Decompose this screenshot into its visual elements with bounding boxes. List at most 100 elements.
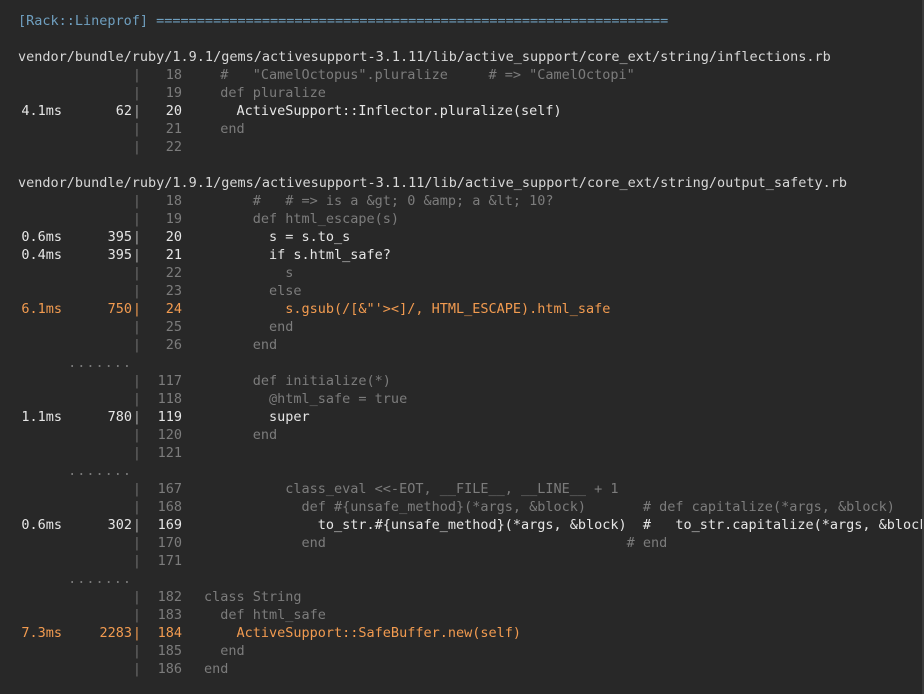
source-code: end <box>204 337 278 353</box>
line-number: 26 <box>165 337 182 353</box>
line-number: 22 <box>165 139 182 155</box>
file-path: vendor/bundle/ruby/1.9.1/gems/activesupp… <box>18 175 848 191</box>
call-count: 780 <box>107 409 132 425</box>
gutter-separator: | <box>132 625 142 641</box>
call-count: 62 <box>115 103 132 119</box>
source-code: end # end <box>204 535 668 551</box>
gutter-separator: | <box>132 517 142 533</box>
source-code: end <box>204 319 294 335</box>
line-number: 169 <box>157 517 182 533</box>
time-value: 0.6ms <box>21 517 62 533</box>
source-code: to_str.#{unsafe_method}(*args, &block) #… <box>204 517 924 533</box>
code-line: | 167 class_eval <<-EOT, __FILE__, __LINE… <box>18 480 918 498</box>
code-line: | 18 # "CamelOctopus".pluralize # => "Cam… <box>18 66 918 84</box>
line-number: 20 <box>165 103 182 119</box>
source-code: end <box>204 121 245 137</box>
code-line: | 25 end <box>18 318 918 336</box>
source-code: super <box>204 409 310 425</box>
source-code: # # => is a &gt; 0 &amp; a &lt; 10? <box>204 193 554 209</box>
source-code: s = s.to_s <box>204 229 351 245</box>
gutter-separator: | <box>132 553 142 569</box>
time-value: 1.1ms <box>21 409 62 425</box>
code-line: | 26 end <box>18 336 918 354</box>
ellipsis-separator: ....... <box>68 571 132 587</box>
source-code: s <box>204 265 294 281</box>
call-count: 750 <box>107 301 132 317</box>
line-number: 24 <box>165 301 182 317</box>
line-number: 184 <box>157 625 182 641</box>
time-value: 6.1ms <box>21 301 62 317</box>
ellipsis-separator: ....... <box>68 355 132 371</box>
line-number: 171 <box>157 553 182 569</box>
gutter-separator: | <box>132 103 142 119</box>
line-number: 119 <box>157 409 182 425</box>
call-count: 2283 <box>99 625 132 641</box>
gutter-separator: | <box>132 193 142 209</box>
lineprof-output: [Rack::Lineprof] =======================… <box>18 12 924 678</box>
ellipsis-separator: ....... <box>68 463 132 479</box>
line-number: 118 <box>157 391 182 407</box>
code-line: | 121 <box>18 444 918 462</box>
line-number: 117 <box>157 373 182 389</box>
gutter-separator: | <box>132 661 142 677</box>
gutter-separator: | <box>132 301 142 317</box>
gutter-separator: | <box>132 139 142 155</box>
block-separator: ....... <box>18 570 918 588</box>
lineprof-header: [Rack::Lineprof] =======================… <box>18 13 669 29</box>
line-number: 25 <box>165 319 182 335</box>
line-number: 21 <box>165 247 182 263</box>
source-code: else <box>204 283 302 299</box>
code-line: 0.6ms 302| 169 to_str.#{unsafe_method}(*ar… <box>18 516 924 534</box>
source-code: ActiveSupport::SafeBuffer.new(self) <box>204 625 521 641</box>
gutter-separator: | <box>132 211 142 227</box>
line-number: 182 <box>157 589 182 605</box>
code-line: | 183 def html_safe <box>18 606 918 624</box>
gutter-separator: | <box>132 499 142 515</box>
source-code: s.gsub(/[&"'><]/, HTML_ESCAPE).html_safe <box>204 301 611 317</box>
line-number: 20 <box>165 229 182 245</box>
gutter-separator: | <box>132 643 142 659</box>
line-number: 186 <box>157 661 182 677</box>
line-number: 23 <box>165 283 182 299</box>
line-number: 21 <box>165 121 182 137</box>
block-separator: ....... <box>18 462 918 480</box>
source-code: end <box>204 661 229 677</box>
code-line: | 182 class String <box>18 588 918 606</box>
code-line: 1.1ms 780| 119 super <box>18 408 918 426</box>
gutter-separator: | <box>132 427 142 443</box>
gutter-separator: | <box>132 409 142 425</box>
code-line: | 21 end <box>18 120 918 138</box>
source-code: def pluralize <box>204 85 326 101</box>
code-line: 4.1ms 62| 20 ActiveSupport::Inflector.plur… <box>18 102 918 120</box>
source-code: ActiveSupport::Inflector.pluralize(self) <box>204 103 562 119</box>
gutter-separator: | <box>132 373 142 389</box>
code-line: | 22 <box>18 138 918 156</box>
time-value: 0.6ms <box>21 229 62 245</box>
gutter-separator: | <box>132 319 142 335</box>
line-number: 185 <box>157 643 182 659</box>
code-line: | 18 # # => is a &gt; 0 &amp; a &lt; 10? <box>18 192 918 210</box>
code-line: | 118 @html_safe = true <box>18 390 918 408</box>
source-code: # "CamelOctopus".pluralize # => "CamelOc… <box>204 67 635 83</box>
code-line: | 120 end <box>18 426 918 444</box>
gutter-separator: | <box>132 67 142 83</box>
line-number: 121 <box>157 445 182 461</box>
terminal-window: [Rack::Lineprof] =======================… <box>0 0 924 694</box>
time-value: 0.4ms <box>21 247 62 263</box>
line-number: 18 <box>165 193 182 209</box>
gutter-separator: | <box>132 229 142 245</box>
call-count: 302 <box>107 517 132 533</box>
line-number: 22 <box>165 265 182 281</box>
gutter-separator: | <box>132 283 142 299</box>
source-code: class String <box>204 589 302 605</box>
code-line: 0.6ms 395| 20 s = s.to_s <box>18 228 918 246</box>
code-line: | 168 def #{unsafe_method}(*args, &block)… <box>18 498 918 516</box>
line-number: 170 <box>157 535 182 551</box>
block-separator: ....... <box>18 354 918 372</box>
gutter-separator: | <box>132 85 142 101</box>
gutter-separator: | <box>132 247 142 263</box>
line-number: 19 <box>165 85 182 101</box>
code-line: | 186 end <box>18 660 918 678</box>
